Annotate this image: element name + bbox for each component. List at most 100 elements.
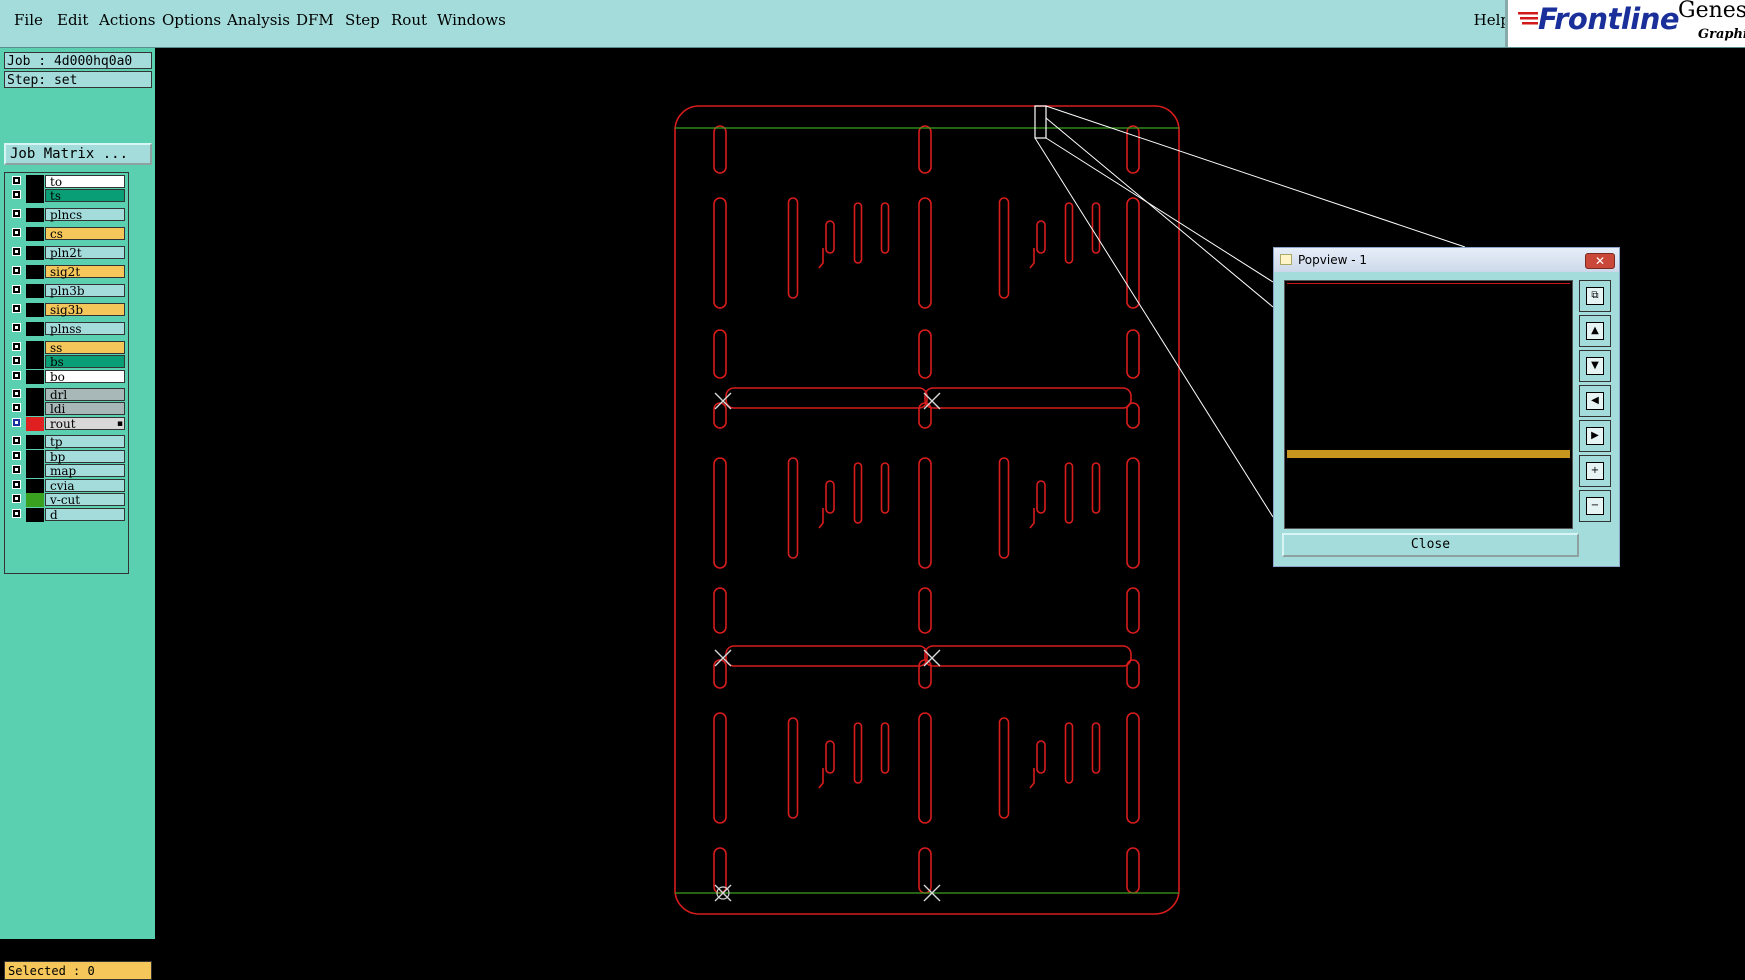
popview-zoom-fit-button[interactable]: ⧉	[1579, 280, 1611, 312]
layer-checkbox[interactable]	[12, 436, 21, 445]
menu-dfm[interactable]: DFM	[296, 11, 334, 29]
layer-checkbox[interactable]	[12, 209, 21, 218]
layer-row-plnss[interactable]: plnss	[8, 322, 125, 336]
layer-checkbox[interactable]	[12, 356, 21, 365]
rout-slot	[880, 202, 890, 254]
layer-name[interactable]: drl	[45, 388, 125, 401]
layer-row-tp[interactable]: tp	[8, 435, 125, 449]
layer-row-plncs[interactable]: plncs	[8, 208, 125, 222]
panel-outline	[674, 105, 1180, 915]
layer-checkbox[interactable]	[12, 304, 21, 313]
layer-name[interactable]: pln3b	[45, 284, 125, 297]
layer-name[interactable]: bp	[45, 450, 125, 463]
layer-row-pln3b[interactable]: pln3b	[8, 284, 125, 298]
layer-checkbox[interactable]	[12, 176, 21, 185]
layer-name[interactable]: cvia	[45, 479, 125, 492]
layer-name[interactable]: to	[45, 175, 125, 188]
rout-slot	[713, 197, 727, 309]
layer-color-swatch	[26, 246, 44, 260]
menu-bar: File Edit Actions Options Analysis DFM S…	[0, 0, 1745, 48]
rout-slot	[1126, 125, 1140, 174]
layer-row-ts[interactable]: ts	[8, 189, 125, 203]
layer-checkbox[interactable]	[12, 342, 21, 351]
layer-row-ss[interactable]: ss	[8, 341, 125, 355]
layer-name[interactable]: d	[45, 508, 125, 521]
layer-checkbox[interactable]	[12, 389, 21, 398]
zoom-line	[1045, 117, 1274, 308]
layer-row-v-cut[interactable]: v-cut	[8, 493, 125, 507]
layer-row-rout[interactable]: rout ▪	[8, 417, 125, 431]
layer-name[interactable]: ldi	[45, 402, 125, 415]
layer-row-map[interactable]: map	[8, 464, 125, 478]
layer-name[interactable]: plncs	[45, 208, 125, 221]
layer-name[interactable]: bs	[45, 355, 125, 368]
layer-name[interactable]: v-cut	[45, 493, 125, 506]
layer-name[interactable]: pln2t	[45, 246, 125, 259]
layer-checkbox[interactable]	[12, 403, 21, 412]
layer-checkbox[interactable]	[12, 509, 21, 518]
layer-row-pln2t[interactable]: pln2t	[8, 246, 125, 260]
popview-titlebar[interactable]: Popview - 1 ✕	[1274, 248, 1619, 272]
rout-slot	[918, 587, 932, 634]
layer-row-sig2t[interactable]: sig2t	[8, 265, 125, 279]
job-field: Job : 4d000hq0a0	[4, 52, 152, 69]
menu-analysis[interactable]: Analysis	[227, 11, 290, 29]
layer-checkbox[interactable]	[12, 247, 21, 256]
popview-pan-left-button[interactable]: ◀	[1579, 385, 1611, 417]
layer-checkbox[interactable]	[12, 494, 21, 503]
menu-file[interactable]: File	[14, 11, 43, 29]
layer-row-bs[interactable]: bs	[8, 355, 125, 369]
job-matrix-button[interactable]: Job Matrix ...	[4, 143, 152, 165]
layer-checkbox[interactable]	[12, 266, 21, 275]
popview-zoom-in-button[interactable]: +	[1579, 455, 1611, 487]
layer-row-to[interactable]: to	[8, 175, 125, 189]
popview-close-x-button[interactable]: ✕	[1585, 253, 1615, 269]
popview-pan-down-button[interactable]: ▼	[1579, 350, 1611, 382]
popview-viewport[interactable]	[1284, 280, 1573, 529]
popview-close-button[interactable]: Close	[1282, 533, 1579, 557]
layer-row-drl[interactable]: drl	[8, 388, 125, 402]
layer-checkbox[interactable]	[12, 371, 21, 380]
layer-name[interactable]: cs	[45, 227, 125, 240]
popview-window[interactable]: Popview - 1 ✕ ⧉ ▲ ▼ ◀ ▶ + − Close	[1273, 247, 1620, 567]
layer-name[interactable]: rout ▪	[45, 417, 125, 430]
layer-row-d[interactable]: d	[8, 508, 125, 522]
menu-edit[interactable]: Edit	[57, 11, 88, 29]
layer-name[interactable]: ss	[45, 341, 125, 354]
zoom-box	[1034, 105, 1047, 139]
layer-row-ldi[interactable]: ldi	[8, 402, 125, 416]
layer-name[interactable]: sig3b	[45, 303, 125, 316]
popview-zoom-out-button[interactable]: −	[1579, 490, 1611, 522]
layer-name[interactable]: plnss	[45, 322, 125, 335]
menu-actions[interactable]: Actions	[99, 11, 155, 29]
menu-step[interactable]: Step	[345, 11, 380, 29]
rout-slot	[1036, 220, 1046, 254]
layer-row-bp[interactable]: bp	[8, 450, 125, 464]
layer-name[interactable]: ts	[45, 189, 125, 202]
layer-checkbox[interactable]	[12, 451, 21, 460]
popview-pan-up-button[interactable]: ▲	[1579, 315, 1611, 347]
layer-checkbox[interactable]	[12, 465, 21, 474]
layer-checkbox[interactable]	[12, 190, 21, 199]
popview-window-icon	[1280, 254, 1292, 265]
popview-pan-right-button[interactable]: ▶	[1579, 420, 1611, 452]
layer-checkbox[interactable]	[12, 285, 21, 294]
menu-rout[interactable]: Rout	[391, 11, 427, 29]
layer-name[interactable]: map	[45, 464, 125, 477]
layer-color-swatch	[26, 370, 44, 384]
layer-checkbox[interactable]	[12, 323, 21, 332]
layer-row-bo[interactable]: bo	[8, 370, 125, 384]
menu-windows[interactable]: Windows	[437, 11, 506, 29]
layer-row-cs[interactable]: cs	[8, 227, 125, 241]
layer-color-swatch	[26, 508, 44, 522]
rout-slot	[713, 457, 727, 569]
menu-options[interactable]: Options	[162, 11, 221, 29]
layer-row-cvia[interactable]: cvia	[8, 479, 125, 493]
layer-name[interactable]: bo	[45, 370, 125, 383]
layer-name[interactable]: tp	[45, 435, 125, 448]
layer-checkbox[interactable]	[12, 480, 21, 489]
layer-checkbox[interactable]	[12, 418, 21, 427]
layer-name[interactable]: sig2t	[45, 265, 125, 278]
layer-checkbox[interactable]	[12, 228, 21, 237]
layer-row-sig3b[interactable]: sig3b	[8, 303, 125, 317]
